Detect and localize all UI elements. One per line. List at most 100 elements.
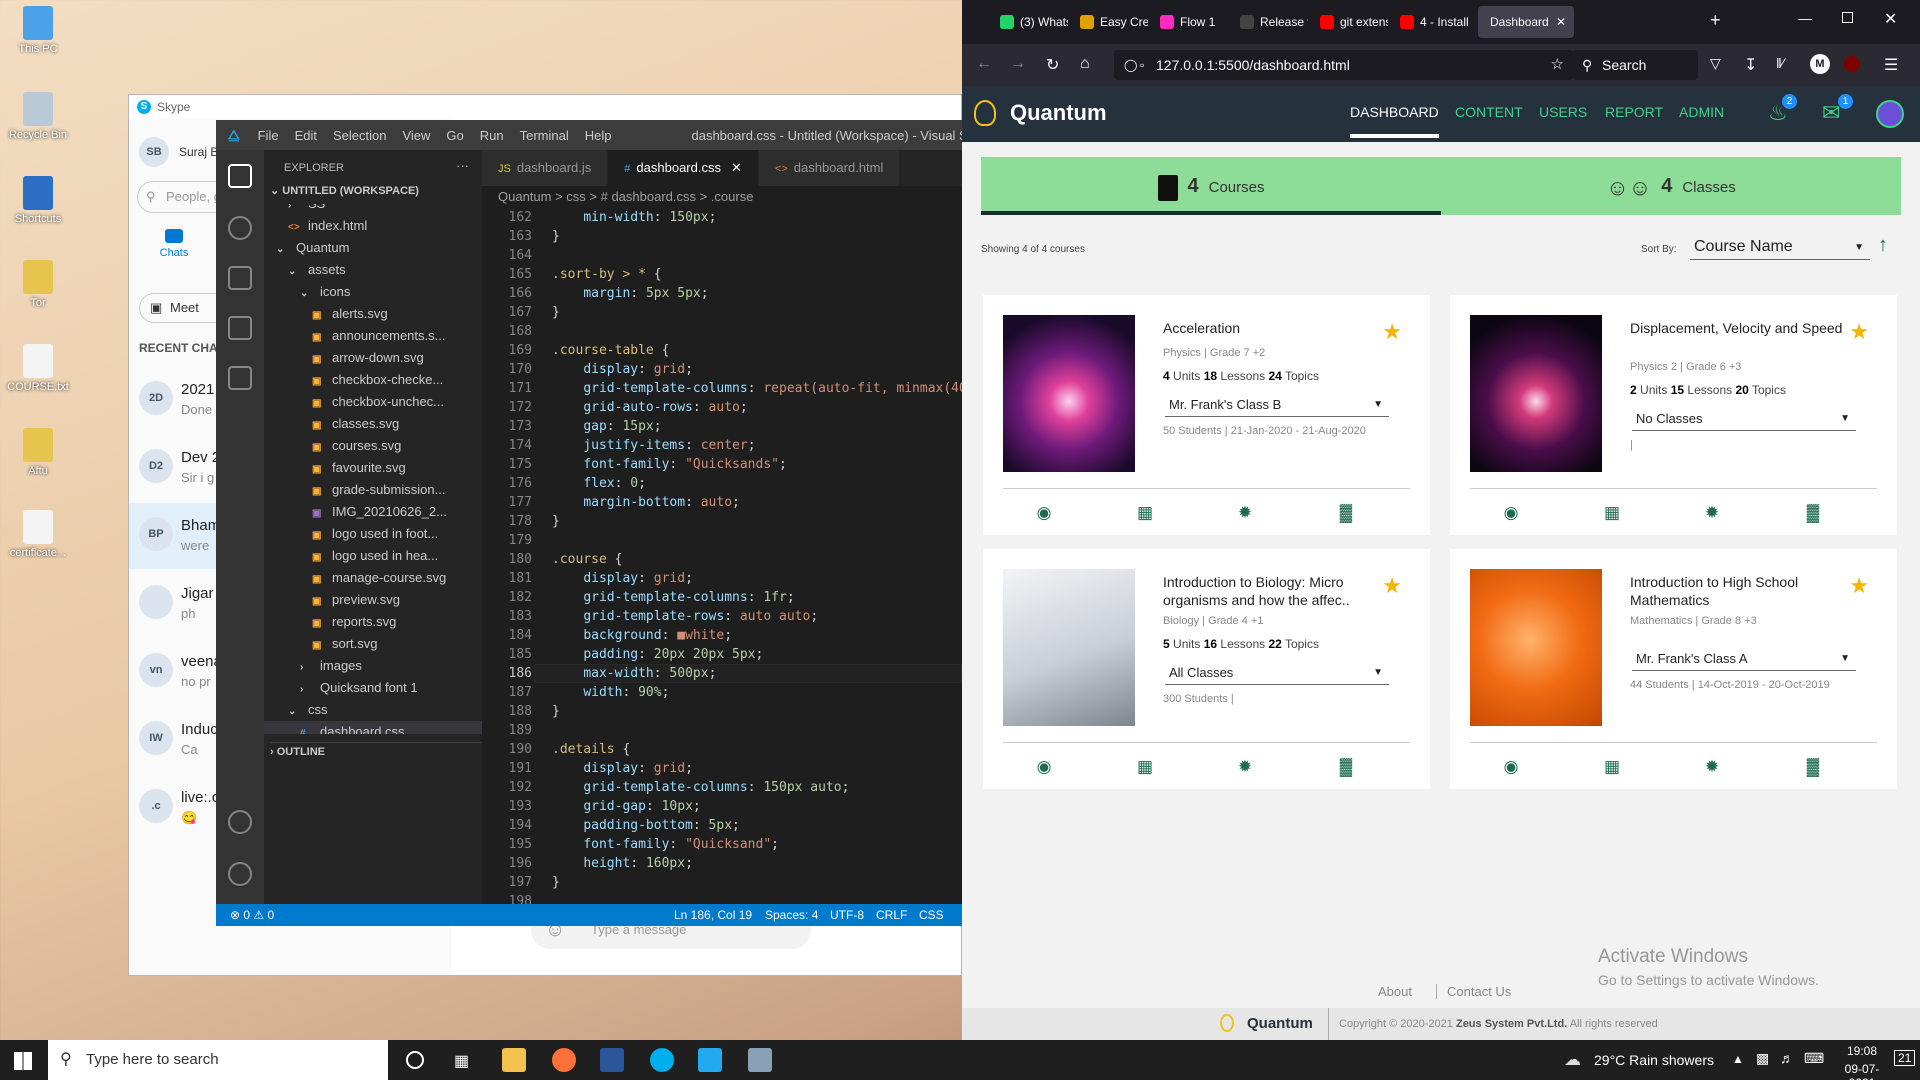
course-thumbnail[interactable] xyxy=(1003,315,1135,472)
courses-stat-tab[interactable]: 4 Courses xyxy=(981,157,1441,215)
menu-edit[interactable]: Edit xyxy=(287,128,325,143)
calendar-icon[interactable]: ▦ xyxy=(1602,503,1622,523)
menu-run[interactable]: Run xyxy=(472,128,512,143)
favourite-star-icon[interactable]: ★ xyxy=(1382,319,1402,345)
skype-icon[interactable] xyxy=(650,1048,674,1072)
grade-submission-icon[interactable]: ✹ xyxy=(1235,503,1255,523)
tree-folder[interactable]: ⌄ Quantum xyxy=(264,237,482,259)
tree-folder[interactable]: ›SS xyxy=(264,204,482,215)
preview-eye-icon[interactable]: ◉ xyxy=(1501,757,1521,777)
course-title[interactable]: Acceleration xyxy=(1163,319,1398,337)
sort-direction-arrow-icon[interactable]: ↑ xyxy=(1878,234,1888,257)
course-thumbnail[interactable] xyxy=(1470,315,1602,472)
tree-file[interactable]: ▣ grade-submission... xyxy=(264,479,482,501)
home-icon[interactable]: ⌂ xyxy=(1080,55,1090,73)
reload-icon[interactable]: ↻ xyxy=(1046,55,1059,75)
editor-area[interactable]: JS dashboard.js # dashboard.css ✕ <> dashboard… xyxy=(482,150,962,904)
nav-users[interactable]: USERS xyxy=(1539,104,1587,120)
tree-folder[interactable]: › images xyxy=(264,655,482,677)
tree-folder[interactable]: ⌄ icons xyxy=(264,281,482,303)
close-tab-icon[interactable]: ✕ xyxy=(731,160,742,175)
taskbar-search-box[interactable]: ⚲ Type here to search xyxy=(48,1040,388,1080)
menu-view[interactable]: View xyxy=(394,128,438,143)
weather-icon[interactable]: ☁ xyxy=(1564,1050,1581,1070)
nav-report[interactable]: REPORT xyxy=(1605,104,1663,120)
menu-go[interactable]: Go xyxy=(438,128,471,143)
language-icon[interactable]: ⌨ xyxy=(1804,1050,1824,1067)
tree-folder[interactable]: ⌄ assets xyxy=(264,259,482,281)
preview-eye-icon[interactable]: ◉ xyxy=(1034,757,1054,777)
encoding-setting[interactable]: UTF-8 xyxy=(830,904,864,926)
browser-tab[interactable]: git extensi xyxy=(1310,6,1388,38)
firefox-window[interactable]: + — ✕ (3) WhatsAEasy CreatFlow 1Release … xyxy=(962,0,1920,1040)
course-title[interactable]: Introduction to Biology: Micro organisms… xyxy=(1163,573,1398,609)
firefox-icon[interactable] xyxy=(552,1048,576,1072)
course-title[interactable]: Introduction to High School Mathematics xyxy=(1630,573,1865,609)
browser-tab[interactable]: Dashboard ✕ xyxy=(1478,6,1574,38)
ublock-icon[interactable] xyxy=(1844,56,1860,72)
course-card[interactable]: Displacement, Velocity and Speed ★ Physics… xyxy=(1450,295,1897,535)
maximize-icon[interactable] xyxy=(1842,12,1853,23)
volume-icon[interactable]: ♬ xyxy=(1780,1050,1794,1066)
browser-tab[interactable]: Easy Creat xyxy=(1070,6,1148,38)
explorer-icon[interactable] xyxy=(228,164,252,188)
user-avatar[interactable] xyxy=(1876,100,1904,128)
downloads-icon[interactable]: ↧ xyxy=(1744,55,1757,75)
tree-file[interactable]: ▣ reports.svg xyxy=(264,611,482,633)
footer-contact-link[interactable]: Contact Us xyxy=(1436,984,1511,999)
pocket-icon[interactable]: ▽ xyxy=(1710,55,1721,72)
desktop-icon-course-txt[interactable]: COURSE.txt xyxy=(6,344,70,393)
tree-file[interactable]: <> index.html xyxy=(264,215,482,237)
menu-file[interactable]: File xyxy=(250,128,287,143)
tree-file[interactable]: ▣ favourite.svg xyxy=(264,457,482,479)
favourite-star-icon[interactable]: ★ xyxy=(1849,319,1869,345)
file-explorer-icon[interactable] xyxy=(502,1048,526,1072)
settings-gear-icon[interactable] xyxy=(228,862,252,886)
desktop-icon-shortcuts[interactable]: Shortcuts xyxy=(6,176,70,225)
tree-file[interactable]: ▣ courses.svg xyxy=(264,435,482,457)
desktop-icon-aftu[interactable]: Aftu xyxy=(6,428,70,477)
tree-file[interactable]: # dashboard.css xyxy=(264,721,482,734)
outline-section[interactable]: › OUTLINE xyxy=(270,742,482,758)
editor-tab[interactable]: <> dashboard.html xyxy=(758,150,901,186)
course-card[interactable]: Acceleration ★ Physics | Grade 7 +2 4 Units… xyxy=(983,295,1430,535)
search-bar[interactable]: ⚲ Search xyxy=(1572,50,1698,80)
preview-eye-icon[interactable]: ◉ xyxy=(1034,503,1054,523)
desktop-icon-tor[interactable]: Tor xyxy=(6,260,70,309)
indentation-setting[interactable]: Spaces: 4 xyxy=(765,904,818,926)
library-icon[interactable]: ‖⁄ xyxy=(1776,55,1784,71)
sort-select[interactable]: Course Name ▼ xyxy=(1690,238,1870,260)
tree-folder[interactable]: ⌄ css xyxy=(264,699,482,721)
editor-tab[interactable]: JS dashboard.js xyxy=(482,150,609,186)
browser-tab[interactable]: Flow 1 xyxy=(1150,6,1228,38)
grade-submission-icon[interactable]: ✹ xyxy=(1235,757,1255,777)
reports-chart-icon[interactable]: ▓ xyxy=(1336,503,1356,523)
tree-file[interactable]: ▣ preview.svg xyxy=(264,589,482,611)
menu-terminal[interactable]: Terminal xyxy=(512,128,577,143)
snipping-tool-icon[interactable] xyxy=(748,1048,772,1072)
bookmark-star-icon[interactable]: ☆ xyxy=(1551,50,1564,80)
new-tab-button[interactable]: + xyxy=(1710,10,1721,31)
nav-content[interactable]: CONTENT xyxy=(1455,104,1523,120)
close-tab-icon[interactable]: ✕ xyxy=(1556,6,1566,38)
forward-icon[interactable]: → xyxy=(1010,55,1026,73)
browser-tab[interactable]: (3) WhatsA xyxy=(990,6,1068,38)
nav-admin[interactable]: ADMIN xyxy=(1679,104,1724,120)
desktop-icon-this-pc[interactable]: This PC xyxy=(6,6,70,55)
shield-icon[interactable]: ◯ xyxy=(1124,50,1137,80)
problems-indicator[interactable]: ⊗ 0 ⚠ 0 xyxy=(230,904,274,926)
favourite-star-icon[interactable]: ★ xyxy=(1849,573,1869,599)
nav-dashboard[interactable]: DASHBOARD xyxy=(1350,104,1439,138)
reports-chart-icon[interactable]: ▓ xyxy=(1803,503,1823,523)
desktop-icon-certificate[interactable]: certificate... xyxy=(6,510,70,559)
brand-logo[interactable]: Quantum xyxy=(1010,100,1107,126)
vscode-icon[interactable] xyxy=(698,1048,722,1072)
menu-help[interactable]: Help xyxy=(577,128,620,143)
profile-avatar[interactable]: SB xyxy=(139,137,169,167)
clock-time[interactable]: 19:08 xyxy=(1832,1044,1892,1058)
account-icon[interactable] xyxy=(228,810,252,834)
notifications-icon[interactable]: 21 xyxy=(1894,1050,1916,1066)
tree-folder[interactable]: › Quicksand font 1 xyxy=(264,677,482,699)
tree-file[interactable]: ▣ logo used in hea... xyxy=(264,545,482,567)
tree-file[interactable]: ▣ logo used in foot... xyxy=(264,523,482,545)
